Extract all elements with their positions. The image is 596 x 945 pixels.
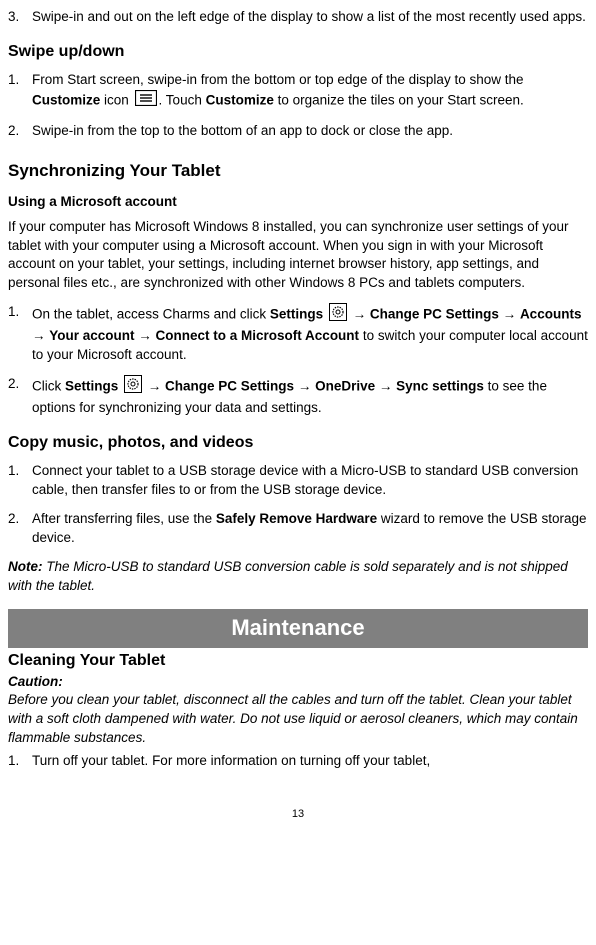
text-fragment: → bbox=[294, 378, 315, 393]
text-fragment: From Start screen, swipe-in from the bot… bbox=[32, 72, 523, 87]
list-text: Swipe-in from the top to the bottom of a… bbox=[32, 122, 588, 141]
customize-icon bbox=[135, 90, 157, 112]
text-fragment: Click bbox=[32, 378, 65, 393]
text-bold: Settings bbox=[65, 378, 118, 393]
caution-label: Caution: bbox=[8, 673, 588, 692]
list-item: 1. On the tablet, access Charms and clic… bbox=[8, 303, 588, 365]
list-number: 1. bbox=[8, 462, 32, 500]
note-body: The Micro-USB to standard USB conversion… bbox=[8, 559, 568, 593]
list-text: From Start screen, swipe-in from the bot… bbox=[32, 71, 588, 112]
text-bold: Change PC Settings bbox=[370, 307, 499, 322]
list-number: 2. bbox=[8, 510, 32, 548]
list-text: On the tablet, access Charms and click S… bbox=[32, 303, 588, 365]
text-bold: Connect to a Microsoft Account bbox=[156, 328, 360, 343]
text-bold: Accounts bbox=[520, 307, 582, 322]
list-number: 3. bbox=[8, 8, 32, 27]
text-fragment: On the tablet, access Charms and click bbox=[32, 307, 270, 322]
list-item: 2. After transferring files, use the Saf… bbox=[8, 510, 588, 548]
text-fragment: to organize the tiles on your Start scre… bbox=[274, 93, 524, 108]
list-number: 1. bbox=[8, 71, 32, 112]
list-item: 1. From Start screen, swipe-in from the … bbox=[8, 71, 588, 112]
page-number: 13 bbox=[8, 807, 588, 822]
list-text: Turn off your tablet. For more informati… bbox=[32, 752, 588, 771]
list-item: 2. Swipe-in from the top to the bottom o… bbox=[8, 122, 588, 141]
list-text: Swipe-in and out on the left edge of the… bbox=[32, 8, 588, 27]
text-bold: Customize bbox=[206, 93, 274, 108]
heading-maintenance: Maintenance bbox=[8, 609, 588, 648]
text-bold: Safely Remove Hardware bbox=[216, 511, 377, 526]
list-item: 2. Click Settings → Change PC Settings →… bbox=[8, 375, 588, 418]
text-fragment: icon bbox=[100, 93, 132, 108]
text-bold: Customize bbox=[32, 93, 100, 108]
text-bold: OneDrive bbox=[315, 378, 375, 393]
list-text: Connect your tablet to a USB storage dev… bbox=[32, 462, 588, 500]
text-fragment: → bbox=[349, 307, 370, 322]
text-bold: Settings bbox=[270, 307, 323, 322]
text-fragment: → bbox=[32, 328, 49, 343]
settings-gear-icon bbox=[329, 303, 347, 327]
heading-cleaning: Cleaning Your Tablet bbox=[8, 650, 588, 672]
list-item: 1. Turn off your tablet. For more inform… bbox=[8, 752, 588, 771]
subheading-ms-account: Using a Microsoft account bbox=[8, 193, 588, 212]
text-fragment: → bbox=[375, 378, 396, 393]
text-fragment: → bbox=[144, 378, 165, 393]
paragraph-sync: If your computer has Microsoft Windows 8… bbox=[8, 218, 588, 294]
list-text: After transferring files, use the Safely… bbox=[32, 510, 588, 548]
list-number: 2. bbox=[8, 122, 32, 141]
list-number: 1. bbox=[8, 303, 32, 365]
list-number: 2. bbox=[8, 375, 32, 418]
heading-copy-media: Copy music, photos, and videos bbox=[8, 432, 588, 454]
settings-gear-icon bbox=[124, 375, 142, 399]
text-fragment: → bbox=[135, 328, 156, 343]
caution-body: Before you clean your tablet, disconnect… bbox=[8, 691, 588, 748]
text-fragment bbox=[118, 378, 122, 393]
note-paragraph: Note: The Micro-USB to standard USB conv… bbox=[8, 558, 588, 596]
text-bold: Your account bbox=[49, 328, 134, 343]
text-fragment bbox=[323, 307, 327, 322]
list-item: 1. Connect your tablet to a USB storage … bbox=[8, 462, 588, 500]
text-bold: Change PC Settings bbox=[165, 378, 294, 393]
text-fragment: . Touch bbox=[159, 93, 206, 108]
text-fragment: After transferring files, use the bbox=[32, 511, 216, 526]
note-label: Note: bbox=[8, 559, 43, 574]
heading-synchronizing: Synchronizing Your Tablet bbox=[8, 159, 588, 183]
heading-swipe-up-down: Swipe up/down bbox=[8, 41, 588, 63]
text-bold: Sync settings bbox=[396, 378, 484, 393]
list-number: 1. bbox=[8, 752, 32, 771]
list-item: 3. Swipe-in and out on the left edge of … bbox=[8, 8, 588, 27]
list-text: Click Settings → Change PC Settings → On… bbox=[32, 375, 588, 418]
text-fragment: → bbox=[499, 307, 520, 322]
